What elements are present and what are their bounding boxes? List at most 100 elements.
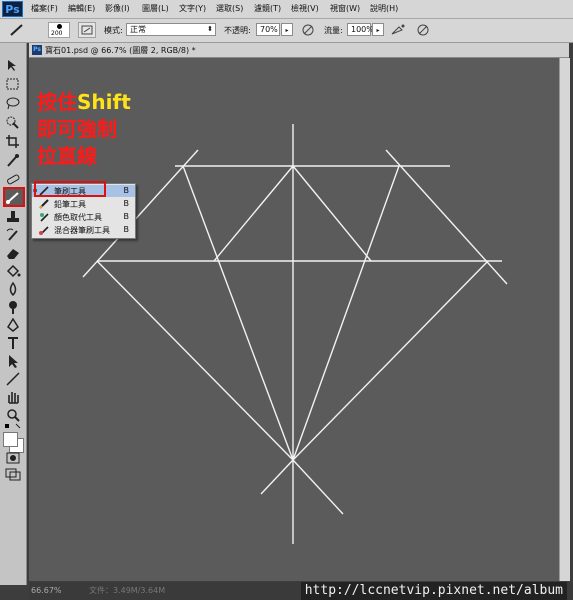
flyout-item-label: 混合器筆刷工具	[54, 226, 110, 235]
clone-stamp-tool[interactable]	[4, 209, 22, 225]
line-tool[interactable]	[4, 371, 22, 387]
annotation-line-3: 拉直線	[37, 144, 97, 168]
chevron-down-icon: ⬍	[207, 25, 213, 33]
default-colors-button[interactable]	[4, 423, 22, 431]
drawn-line	[292, 260, 489, 461]
dodge-icon	[9, 301, 17, 314]
brush-panel-toggle[interactable]	[78, 22, 96, 38]
crop-icon	[6, 135, 19, 148]
quick-selection-icon	[6, 116, 19, 129]
menu-edit[interactable]: 編輯(E)	[68, 3, 95, 14]
brush-tool-highlight	[3, 187, 25, 207]
airbrush-toggle[interactable]	[389, 22, 407, 38]
crop-tool[interactable]	[4, 133, 22, 149]
menu-filter[interactable]: 濾鏡(T)	[254, 3, 281, 14]
watermark-url: http://lccnetvip.pixnet.net/album	[300, 582, 567, 600]
screen-mode-button[interactable]	[4, 467, 22, 483]
pen-icon	[7, 317, 19, 332]
eraser-tool[interactable]	[4, 245, 22, 261]
type-icon	[8, 337, 18, 349]
zoom-level-field[interactable]: 66.67%	[31, 585, 69, 597]
mode-value: 正常	[130, 25, 146, 34]
mixer-brush-icon	[39, 226, 49, 235]
drawn-line	[213, 165, 294, 262]
document-title: 寶石01.psd @ 66.7% (圖層 2, RGB/8) *	[45, 46, 196, 55]
document-tab[interactable]: Ps 寶石01.psd @ 66.7% (圖層 2, RGB/8) *	[29, 43, 569, 58]
marquee-tool[interactable]	[4, 76, 22, 92]
water-drop-icon	[9, 281, 17, 297]
drawn-line	[385, 149, 508, 285]
blur-tool[interactable]	[4, 281, 22, 297]
mode-select[interactable]: 正常 ⬍	[126, 23, 216, 36]
move-tool[interactable]	[4, 57, 22, 73]
brush-preset-picker[interactable]: 200	[48, 22, 70, 38]
screen-mode-icon	[5, 468, 21, 481]
lasso-tool[interactable]	[4, 95, 22, 111]
drawn-line	[260, 459, 294, 495]
paint-bucket-tool[interactable]	[4, 263, 22, 279]
pressure-opacity-toggle[interactable]	[299, 22, 317, 38]
menu-help[interactable]: 說明(H)	[370, 3, 398, 14]
annotation-line-2: 即可強制	[37, 117, 117, 141]
options-bar: 200 模式: 正常 ⬍ 不透明: 70% ▸ 流量: 100% ▸	[0, 19, 573, 43]
quick-selection-tool[interactable]	[4, 114, 22, 130]
menu-layer[interactable]: 圖層(L)	[142, 3, 169, 14]
tool-preset-picker[interactable]	[8, 22, 26, 38]
menu-type[interactable]: 文字(Y)	[179, 3, 206, 14]
document-size-info: 文件：3.49M/3.64M	[89, 586, 166, 595]
dodge-tool[interactable]	[4, 299, 22, 315]
pressure-size-toggle[interactable]	[414, 22, 432, 38]
brush-size-value: 200	[51, 30, 63, 37]
pencil-icon	[39, 199, 49, 209]
flyout-item-pencil-tool[interactable]: 鉛筆工具 B	[32, 198, 135, 210]
flyout-item-shortcut: B	[123, 225, 130, 234]
opacity-value: 70%	[260, 25, 278, 34]
menu-window[interactable]: 視窗(W)	[330, 3, 360, 14]
healing-brush-tool[interactable]	[4, 171, 22, 187]
opacity-input[interactable]: 70%	[256, 23, 280, 36]
bandage-icon	[7, 174, 20, 185]
flyout-item-shortcut: B	[123, 186, 130, 195]
annotation-shift-text: Shift	[77, 90, 131, 114]
opacity-dropdown[interactable]: ▸	[281, 23, 293, 36]
type-tool[interactable]	[4, 335, 22, 351]
pen-pressure-icon	[302, 24, 314, 36]
hand-tool[interactable]	[4, 389, 22, 405]
foreground-color-swatch[interactable]	[3, 432, 18, 447]
brush-panel-icon	[81, 25, 93, 35]
zoom-tool[interactable]	[4, 407, 22, 423]
stamp-icon	[7, 211, 19, 222]
color-replace-icon	[40, 213, 49, 222]
status-bar: 66.67% 文件：3.49M/3.64M http://lccnetvip.p…	[29, 582, 573, 600]
line-icon	[6, 372, 20, 386]
opacity-label: 不透明:	[224, 26, 251, 35]
pen-pressure-size-icon	[417, 24, 429, 36]
canvas-area[interactable]: 按住Shift 即可強制 拉直線	[29, 58, 559, 581]
menu-view[interactable]: 檢視(V)	[291, 3, 319, 14]
flow-dropdown[interactable]: ▸	[372, 23, 384, 36]
path-selection-tool[interactable]	[4, 353, 22, 369]
menu-image[interactable]: 影像(I)	[105, 3, 130, 14]
move-icon	[8, 60, 16, 71]
magnifier-icon	[7, 409, 20, 422]
menu-select[interactable]: 選取(S)	[216, 3, 243, 14]
quick-mask-button[interactable]	[4, 451, 22, 467]
vertical-scrollbar[interactable]	[559, 58, 570, 581]
eyedropper-icon	[7, 154, 19, 167]
pen-tool[interactable]	[4, 317, 22, 333]
history-brush-tool[interactable]	[4, 227, 22, 243]
eyedropper-tool[interactable]	[4, 152, 22, 168]
flyout-item-shortcut: B	[123, 212, 130, 221]
history-brush-icon	[6, 228, 18, 241]
flow-input[interactable]: 100%	[347, 23, 374, 36]
flyout-item-color-replacement-tool[interactable]: 顏色取代工具 B	[32, 211, 135, 223]
flyout-item-shortcut: B	[123, 199, 130, 208]
flyout-item-label: 鉛筆工具	[54, 200, 86, 209]
menu-file[interactable]: 檔案(F)	[31, 3, 58, 14]
flyout-item-mixer-brush-tool[interactable]: 混合器筆刷工具 B	[32, 224, 135, 236]
annotation-hold-text: 按住	[37, 90, 77, 114]
swap-colors-icon	[5, 423, 21, 429]
flow-label: 流量:	[324, 26, 343, 35]
drawn-line	[96, 260, 294, 461]
paint-bucket-icon	[6, 264, 21, 278]
